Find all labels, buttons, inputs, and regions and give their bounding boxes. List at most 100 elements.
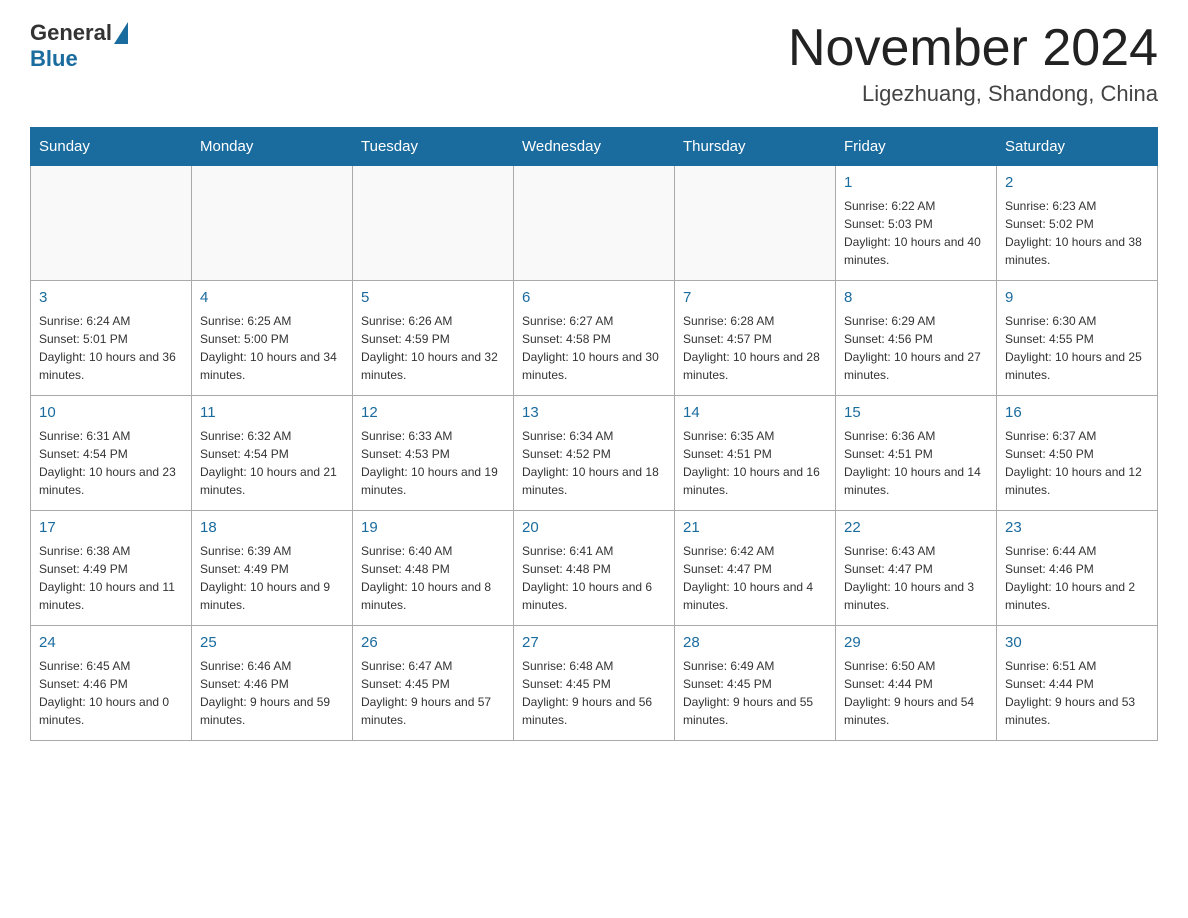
- day-number: 27: [522, 632, 666, 655]
- day-info: Sunrise: 6:23 AM: [1005, 197, 1149, 215]
- calendar-cell: 5Sunrise: 6:26 AMSunset: 4:59 PMDaylight…: [353, 281, 514, 396]
- day-info: Daylight: 10 hours and 9 minutes.: [200, 578, 344, 614]
- day-info: Sunrise: 6:40 AM: [361, 542, 505, 560]
- day-info: Sunrise: 6:29 AM: [844, 312, 988, 330]
- day-info: Sunset: 4:57 PM: [683, 330, 827, 348]
- calendar-cell: 1Sunrise: 6:22 AMSunset: 5:03 PMDaylight…: [836, 166, 997, 281]
- day-info: Daylight: 10 hours and 0 minutes.: [39, 693, 183, 729]
- calendar-header-wednesday: Wednesday: [514, 128, 675, 166]
- calendar-cell: 26Sunrise: 6:47 AMSunset: 4:45 PMDayligh…: [353, 626, 514, 741]
- logo-triangle-icon: [114, 22, 128, 44]
- day-info: Sunset: 4:58 PM: [522, 330, 666, 348]
- day-info: Daylight: 10 hours and 3 minutes.: [844, 578, 988, 614]
- day-info: Sunset: 4:54 PM: [39, 445, 183, 463]
- day-info: Sunrise: 6:35 AM: [683, 427, 827, 445]
- day-info: Daylight: 10 hours and 4 minutes.: [683, 578, 827, 614]
- day-info: Sunrise: 6:25 AM: [200, 312, 344, 330]
- day-info: Sunset: 4:54 PM: [200, 445, 344, 463]
- day-info: Sunrise: 6:26 AM: [361, 312, 505, 330]
- day-number: 26: [361, 632, 505, 655]
- day-info: Sunset: 4:52 PM: [522, 445, 666, 463]
- day-number: 11: [200, 402, 344, 425]
- day-info: Sunrise: 6:30 AM: [1005, 312, 1149, 330]
- day-info: Sunrise: 6:50 AM: [844, 657, 988, 675]
- day-number: 6: [522, 287, 666, 310]
- calendar-cell: 16Sunrise: 6:37 AMSunset: 4:50 PMDayligh…: [997, 396, 1158, 511]
- day-info: Sunset: 4:51 PM: [844, 445, 988, 463]
- calendar-cell: 18Sunrise: 6:39 AMSunset: 4:49 PMDayligh…: [192, 511, 353, 626]
- day-info: Daylight: 10 hours and 27 minutes.: [844, 348, 988, 384]
- day-number: 14: [683, 402, 827, 425]
- day-number: 17: [39, 517, 183, 540]
- day-info: Sunset: 4:49 PM: [200, 560, 344, 578]
- day-info: Sunrise: 6:48 AM: [522, 657, 666, 675]
- day-info: Sunset: 4:45 PM: [522, 675, 666, 693]
- day-info: Sunrise: 6:32 AM: [200, 427, 344, 445]
- calendar-header-sunday: Sunday: [31, 128, 192, 166]
- week-row-4: 17Sunrise: 6:38 AMSunset: 4:49 PMDayligh…: [31, 511, 1158, 626]
- day-info: Sunset: 4:50 PM: [1005, 445, 1149, 463]
- calendar-header-tuesday: Tuesday: [353, 128, 514, 166]
- day-number: 7: [683, 287, 827, 310]
- calendar-cell: 7Sunrise: 6:28 AMSunset: 4:57 PMDaylight…: [675, 281, 836, 396]
- day-info: Sunset: 5:00 PM: [200, 330, 344, 348]
- day-info: Daylight: 10 hours and 11 minutes.: [39, 578, 183, 614]
- calendar-header-monday: Monday: [192, 128, 353, 166]
- logo-general-text: General: [30, 20, 112, 46]
- day-info: Sunset: 4:47 PM: [844, 560, 988, 578]
- day-info: Sunset: 4:56 PM: [844, 330, 988, 348]
- day-info: Daylight: 10 hours and 19 minutes.: [361, 463, 505, 499]
- day-number: 19: [361, 517, 505, 540]
- day-number: 23: [1005, 517, 1149, 540]
- day-number: 16: [1005, 402, 1149, 425]
- day-info: Sunrise: 6:41 AM: [522, 542, 666, 560]
- day-info: Daylight: 10 hours and 25 minutes.: [1005, 348, 1149, 384]
- day-number: 4: [200, 287, 344, 310]
- day-info: Sunrise: 6:34 AM: [522, 427, 666, 445]
- calendar-cell: 11 Sunrise: 6:32 AMSunset: 4:54 PMDayligh…: [192, 396, 353, 511]
- calendar-cell: 30Sunrise: 6:51 AMSunset: 4:44 PMDayligh…: [997, 626, 1158, 741]
- day-info: Daylight: 10 hours and 14 minutes.: [844, 463, 988, 499]
- calendar-cell: 4Sunrise: 6:25 AMSunset: 5:00 PMDaylight…: [192, 281, 353, 396]
- day-info: Daylight: 10 hours and 12 minutes.: [1005, 463, 1149, 499]
- day-number: 21: [683, 517, 827, 540]
- day-number: 1: [844, 172, 988, 195]
- calendar-cell: 24Sunrise: 6:45 AMSunset: 4:46 PMDayligh…: [31, 626, 192, 741]
- calendar-cell: [514, 166, 675, 281]
- day-info: Daylight: 9 hours and 56 minutes.: [522, 693, 666, 729]
- calendar-cell: 6Sunrise: 6:27 AMSunset: 4:58 PMDaylight…: [514, 281, 675, 396]
- day-info: Sunset: 4:48 PM: [522, 560, 666, 578]
- day-number: 12: [361, 402, 505, 425]
- calendar-cell: 19Sunrise: 6:40 AMSunset: 4:48 PMDayligh…: [353, 511, 514, 626]
- calendar-cell: [675, 166, 836, 281]
- day-number: 2: [1005, 172, 1149, 195]
- day-number: 20: [522, 517, 666, 540]
- day-info: Daylight: 10 hours and 6 minutes.: [522, 578, 666, 614]
- calendar-header-row: SundayMondayTuesdayWednesdayThursdayFrid…: [31, 128, 1158, 166]
- day-number: 28: [683, 632, 827, 655]
- day-info: Daylight: 9 hours and 57 minutes.: [361, 693, 505, 729]
- calendar-cell: 20 Sunrise: 6:41 AMSunset: 4:48 PMDayligh…: [514, 511, 675, 626]
- calendar-cell: 3Sunrise: 6:24 AMSunset: 5:01 PMDaylight…: [31, 281, 192, 396]
- calendar-cell: 28Sunrise: 6:49 AMSunset: 4:45 PMDayligh…: [675, 626, 836, 741]
- calendar-cell: 2Sunrise: 6:23 AMSunset: 5:02 PMDaylight…: [997, 166, 1158, 281]
- calendar-cell: 27 Sunrise: 6:48 AMSunset: 4:45 PMDayligh…: [514, 626, 675, 741]
- day-info: Daylight: 10 hours and 28 minutes.: [683, 348, 827, 384]
- day-number: 13: [522, 402, 666, 425]
- calendar-cell: 10Sunrise: 6:31 AMSunset: 4:54 PMDayligh…: [31, 396, 192, 511]
- day-info: Sunset: 4:44 PM: [844, 675, 988, 693]
- month-title: November 2024: [788, 20, 1158, 77]
- calendar-cell: 17Sunrise: 6:38 AMSunset: 4:49 PMDayligh…: [31, 511, 192, 626]
- day-info: Sunrise: 6:43 AM: [844, 542, 988, 560]
- day-info: Daylight: 10 hours and 21 minutes.: [200, 463, 344, 499]
- day-info: Daylight: 10 hours and 2 minutes.: [1005, 578, 1149, 614]
- calendar-header-thursday: Thursday: [675, 128, 836, 166]
- calendar-cell: 8Sunrise: 6:29 AMSunset: 4:56 PMDaylight…: [836, 281, 997, 396]
- calendar-cell: 12Sunrise: 6:33 AMSunset: 4:53 PMDayligh…: [353, 396, 514, 511]
- logo: General Blue: [30, 20, 128, 72]
- day-info: Sunset: 4:45 PM: [683, 675, 827, 693]
- calendar-cell: 14Sunrise: 6:35 AMSunset: 4:51 PMDayligh…: [675, 396, 836, 511]
- day-info: Daylight: 10 hours and 30 minutes.: [522, 348, 666, 384]
- week-row-5: 24Sunrise: 6:45 AMSunset: 4:46 PMDayligh…: [31, 626, 1158, 741]
- day-info: Sunset: 4:59 PM: [361, 330, 505, 348]
